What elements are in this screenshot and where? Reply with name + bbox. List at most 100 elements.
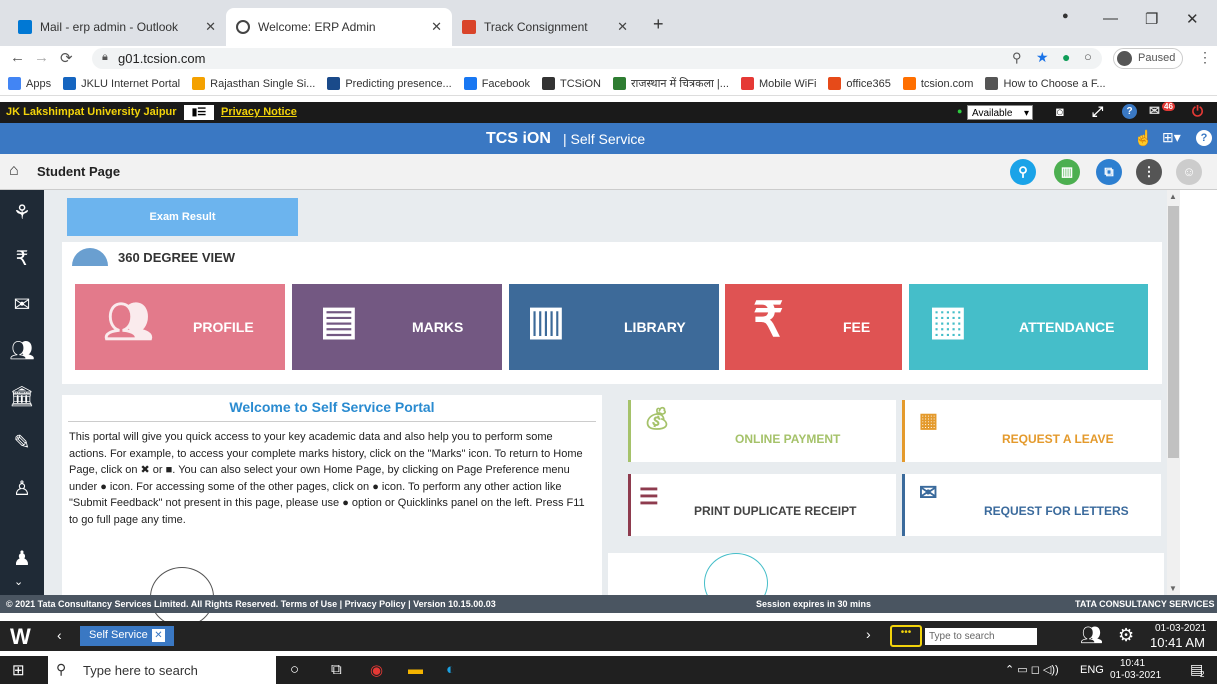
clock-time[interactable]: 10:41 [1120, 658, 1145, 669]
power-icon[interactable]: ⏻ [1192, 103, 1203, 120]
help-icon[interactable]: ? [1122, 104, 1137, 119]
help-icon[interactable]: ? [1196, 130, 1212, 146]
more-options-icon[interactable]: ⋮ [1136, 159, 1162, 185]
grammarly-icon[interactable]: ● [1062, 49, 1070, 65]
profile-dot-icon: ● [1062, 10, 1069, 22]
cortana-icon[interactable]: ○ [290, 661, 299, 678]
minimize-icon[interactable]: — [1103, 10, 1118, 27]
award-icon[interactable]: ♙ [0, 466, 44, 512]
bookmark-icon [463, 77, 477, 90]
user-avatar-icon[interactable]: ☺ [1176, 159, 1202, 185]
taskbar-search[interactable]: ⚲ Type here to search [48, 656, 276, 684]
library-tile[interactable]: ▥ LIBRARY [509, 284, 719, 370]
quicklink-icon[interactable]: ⚘ [0, 190, 44, 236]
attendance-tile[interactable]: ▦ ATTENDANCE [909, 284, 1148, 370]
bookmark-item[interactable]: tcsion.com [902, 76, 973, 91]
tab-track-consignment[interactable]: Track Consignment ✕ [452, 8, 638, 46]
tab-erp-admin[interactable]: Welcome: ERP Admin ✕ [226, 8, 452, 46]
settings-icon[interactable]: ⚙ [1118, 625, 1134, 646]
availability-select[interactable]: Available ▾ [967, 105, 1033, 120]
task-view-icon[interactable]: ⧉ [331, 661, 342, 678]
windows-taskbar: ⊞ ⚲ Type here to search ○ ⧉ ◉ ▬ ◐ ⌃ ▭ ◻ … [0, 656, 1217, 684]
fee-tile[interactable]: ₹ FEE [725, 284, 902, 370]
quicklinks-icon[interactable]: ⧉ [1096, 159, 1122, 185]
online-payment-card[interactable]: 💰︎ ONLINE PAYMENT [628, 400, 896, 462]
bookmark-item[interactable]: Predicting presence... [327, 76, 452, 91]
print-duplicate-receipt-card[interactable]: ☰ PRINT DUPLICATE RECEIPT [628, 474, 896, 536]
language-indicator[interactable]: ENG [1080, 664, 1104, 676]
back-chevron-icon[interactable]: ‹ [57, 627, 62, 643]
bookmark-item[interactable]: JKLU Internet Portal [63, 76, 180, 91]
file-explorer-icon[interactable]: ▬ [408, 661, 423, 678]
profile-status: Paused [1138, 52, 1176, 64]
privacy-link[interactable]: Privacy Notice [221, 106, 297, 118]
columns-icon[interactable]: ▥ [1054, 159, 1080, 185]
users-icon[interactable]: 👥︎ [1080, 625, 1103, 646]
message-icon[interactable]: ✉ [0, 282, 44, 328]
chrome-icon[interactable]: ◉ [370, 661, 383, 679]
notes-icon[interactable]: ✎ [0, 420, 44, 466]
touch-icon[interactable]: ☝ [1134, 129, 1153, 147]
bookmark-item[interactable]: How to Choose a F... [985, 76, 1106, 91]
envelope-icon: ✉ [919, 480, 938, 505]
forward-icon[interactable]: → [34, 49, 49, 66]
close-icon[interactable]: ✕ [617, 19, 628, 35]
edge-icon[interactable]: ◐ [446, 661, 455, 678]
bookmark-item[interactable]: राजस्थान में चित्रकला |... [612, 76, 729, 91]
bookmark-item[interactable]: Facebook [463, 76, 530, 91]
bookmark-item[interactable]: Rajasthan Single Si... [192, 76, 315, 91]
extension-icon[interactable]: ○ [1084, 49, 1092, 64]
app-search-input[interactable]: Type to search [925, 628, 1037, 645]
marks-tile[interactable]: ▤ MARKS [292, 284, 502, 370]
institution-icon[interactable]: 🏛︎ [0, 374, 44, 420]
app-time: 10:41 AM [1150, 635, 1205, 650]
bookmark-item[interactable]: TCSiON [542, 76, 601, 91]
close-icon[interactable]: ✕ [431, 19, 442, 35]
tile-label: PROFILE [193, 319, 254, 335]
forward-chevron-icon[interactable]: › [866, 626, 871, 642]
restore-icon[interactable]: ❐ [1145, 10, 1158, 28]
new-tab-button[interactable]: + [653, 14, 664, 35]
exam-result-button[interactable]: Exam Result [67, 198, 298, 236]
chat-icon[interactable]: ••• [890, 625, 922, 647]
apps-grid-icon[interactable]: ⊞▾ [1162, 129, 1181, 146]
chevron-down-icon[interactable]: ⌄ [14, 575, 23, 588]
location-icon[interactable]: ⚲ [1012, 50, 1022, 66]
notifications-icon[interactable]: ✉ [1149, 103, 1160, 119]
scroll-thumb[interactable] [1168, 206, 1179, 458]
id-card-icon[interactable]: ▮☰ [184, 105, 214, 120]
group-icon[interactable]: 👥︎ [0, 328, 44, 374]
camera-icon[interactable]: ◙ [1056, 104, 1064, 119]
expand-icon[interactable]: ⤢ [1092, 103, 1103, 120]
clock-date[interactable]: 01-03-2021 [1110, 670, 1161, 681]
bookmark-item[interactable]: Apps [8, 76, 51, 91]
close-window-icon[interactable]: ✕ [1186, 10, 1199, 28]
fee-receipt-icon[interactable]: ₹ [0, 236, 44, 282]
menu-dots-icon[interactable]: ⋮ [1198, 49, 1212, 66]
system-tray-icons[interactable]: ⌃ ▭ ◻ ◁)) [1005, 663, 1059, 676]
home-icon[interactable]: ⌂ [9, 162, 19, 180]
close-icon[interactable]: ✕ [205, 19, 216, 35]
tab-outlook[interactable]: Mail - erp admin - Outlook ✕ [8, 8, 226, 46]
request-letters-card[interactable]: ✉ REQUEST FOR LETTERS [902, 474, 1161, 536]
star-icon[interactable]: ★ [1036, 49, 1049, 66]
url-field[interactable]: 🔒︎ g01.tcsion.com ⚲ ★ ● ○ [92, 48, 1102, 69]
bookmark-item[interactable]: Mobile WiFi [740, 76, 816, 91]
scroll-up-icon[interactable]: ▲ [1169, 192, 1177, 201]
request-leave-card[interactable]: ▦ REQUEST A LEAVE [902, 400, 1161, 462]
search-icon[interactable]: ⚲ [1010, 159, 1036, 185]
tile-label: MARKS [412, 319, 464, 335]
reload-icon[interactable]: ⟳ [60, 49, 73, 67]
close-icon[interactable]: ✕ [152, 629, 165, 642]
back-icon[interactable]: ← [10, 49, 25, 66]
bookmark-label: Predicting presence... [345, 77, 452, 90]
profile-tile[interactable]: 👥︎ PROFILE [75, 284, 285, 370]
scroll-down-icon[interactable]: ▼ [1169, 584, 1177, 593]
notification-count: 46 [1162, 102, 1175, 111]
notif-badge: 2 [1200, 670, 1205, 679]
profile-button[interactable]: Paused [1113, 48, 1183, 69]
windows-start-icon[interactable]: ⊞ [12, 661, 25, 679]
url-text: g01.tcsion.com [118, 51, 206, 66]
bookmark-item[interactable]: office365 [828, 76, 891, 91]
app-tab[interactable]: Self Service ✕ [80, 626, 174, 646]
